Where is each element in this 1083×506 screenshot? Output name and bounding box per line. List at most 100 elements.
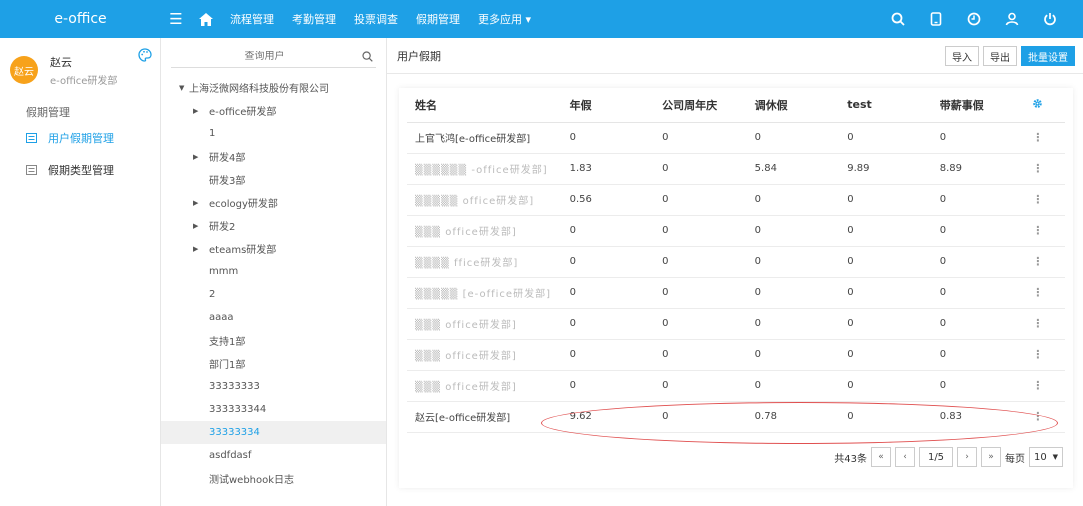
tree-node[interactable]: ▶ 研发2 [161,214,386,237]
tree-node[interactable]: 研发3部 [161,168,386,191]
table-row[interactable]: ▒▒▒ office研发部] 0 0 0 0 0 ⋮ [407,215,1065,247]
caret-down-icon[interactable]: ▼ [179,84,189,92]
more-vertical-icon[interactable]: ⋮ [1032,224,1043,237]
next-page-button[interactable]: › [957,447,977,467]
table-row[interactable]: ▒▒▒ office研发部] 0 0 0 0 0 ⋮ [407,339,1065,371]
header-compensatory[interactable]: 调休假 [746,88,840,123]
tree-node[interactable]: ▶ 研发4部 [161,145,386,168]
row-actions[interactable]: ⋮ [1024,184,1065,216]
column-settings[interactable] [1024,88,1065,123]
home-icon[interactable] [191,12,221,26]
cell-value: 0 [654,246,747,278]
table-row[interactable]: ▒▒▒▒ ffice研发部] 0 0 0 0 0 ⋮ [407,246,1065,278]
cell-value: 0 [931,277,1025,309]
search-icon[interactable] [879,0,917,38]
user-search-box [171,46,376,68]
avatar[interactable]: 赵云 [10,56,38,84]
more-vertical-icon[interactable]: ⋮ [1032,317,1043,330]
tree-node[interactable]: 33333334 [161,421,386,444]
row-actions[interactable]: ⋮ [1024,339,1065,371]
nav-item-leave[interactable]: 假期管理 [407,11,469,27]
sidebar-item-leave-type[interactable]: 假期类型管理 [0,158,160,182]
import-button[interactable]: 导入 [945,46,979,66]
table-row[interactable]: ▒▒▒ office研发部] 0 0 0 0 0 ⋮ [407,308,1065,340]
row-actions[interactable]: ⋮ [1024,246,1065,278]
more-vertical-icon[interactable]: ⋮ [1032,255,1043,268]
nav-item-vote[interactable]: 投票调查 [345,11,407,27]
tree-node[interactable]: mmm [161,260,386,283]
tree-node-root[interactable]: ▼ 上海泛微网络科技股份有限公司 [161,76,386,99]
brand-logo[interactable]: e-office [0,0,161,38]
table-row[interactable]: ▒▒▒▒▒ office研发部] 0.56 0 0 0 0 ⋮ [407,184,1065,216]
row-actions[interactable]: ⋮ [1024,153,1065,185]
gear-icon[interactable] [1032,98,1043,109]
table-row[interactable]: ▒▒▒ office研发部] 0 0 0 0 0 ⋮ [407,370,1065,402]
page-input[interactable]: 1/5 [919,447,953,467]
row-actions[interactable]: ⋮ [1024,277,1065,309]
prev-page-button[interactable]: ‹ [895,447,915,467]
tree-node[interactable]: 2 [161,283,386,306]
sidebar-item-user-leave[interactable]: 用户假期管理 [0,126,160,150]
power-icon[interactable] [1031,0,1069,38]
tree-node[interactable]: ▶ e-office研发部 [161,99,386,122]
palette-icon[interactable] [138,48,152,65]
table-row[interactable]: 赵云[e-office研发部] 9.62 0 0.78 0 0.83 ⋮ [407,401,1065,433]
cell-value: 0 [746,122,840,154]
more-vertical-icon[interactable]: ⋮ [1032,193,1043,206]
caret-right-icon[interactable]: ▶ [193,245,203,253]
caret-right-icon[interactable]: ▶ [193,199,203,207]
tree-node[interactable]: 测试webhook日志 [161,467,386,490]
row-actions[interactable]: ⋮ [1024,370,1065,402]
more-vertical-icon[interactable]: ⋮ [1032,379,1043,392]
more-vertical-icon[interactable]: ⋮ [1032,131,1043,144]
batch-settings-button[interactable]: 批量设置 [1021,46,1075,66]
first-page-button[interactable]: « [871,447,891,467]
cell-value: 0 [931,339,1025,371]
header-test[interactable]: test [839,88,932,123]
table-row[interactable]: ▒▒▒▒▒ [e-office研发部] 0 0 0 0 0 ⋮ [407,277,1065,309]
caret-right-icon[interactable]: ▶ [193,107,203,115]
tree-node[interactable]: ▶ eteams研发部 [161,237,386,260]
row-actions[interactable]: ⋮ [1024,401,1065,433]
caret-right-icon[interactable]: ▶ [193,222,203,230]
tree-node[interactable]: aaaa [161,306,386,329]
header-paid-leave[interactable]: 带薪事假 [931,88,1025,123]
row-actions[interactable]: ⋮ [1024,215,1065,247]
nav-item-workflow[interactable]: 流程管理 [221,11,283,27]
tree-node[interactable]: 1 [161,122,386,145]
hamburger-menu-icon[interactable]: ☰ [161,10,191,28]
row-actions[interactable]: ⋮ [1024,122,1065,154]
clock-icon[interactable] [955,0,993,38]
search-input[interactable] [171,51,358,62]
more-vertical-icon[interactable]: ⋮ [1032,348,1043,361]
nav-item-attendance[interactable]: 考勤管理 [283,11,345,27]
total-count: 共43条 [834,453,867,465]
per-page-select[interactable]: 10 ▼ [1029,447,1063,467]
header-annual[interactable]: 年假 [561,88,655,123]
more-vertical-icon[interactable]: ⋮ [1032,286,1043,299]
search-icon[interactable] [358,51,376,62]
top-bar: e-office ☰ 流程管理 考勤管理 投票调查 假期管理 更多应用 ▾ [0,0,1083,38]
table-row[interactable]: ▒▒▒▒▒▒ -office研发部] 1.83 0 5.84 9.89 8.89 ⋮ [407,153,1065,185]
tree-node[interactable]: 部门1部 [161,352,386,375]
tree-node[interactable]: ▶ ecology研发部 [161,191,386,214]
row-actions[interactable]: ⋮ [1024,308,1065,340]
table-row[interactable]: 上官飞鸿[e-office研发部] 0 0 0 0 0 ⋮ [407,122,1065,154]
tree-node[interactable]: 33333333 [161,375,386,398]
mobile-icon[interactable] [917,0,955,38]
user-icon[interactable] [993,0,1031,38]
more-vertical-icon[interactable]: ⋮ [1032,162,1043,175]
header-anniversary[interactable]: 公司周年庆 [654,88,747,123]
caret-right-icon[interactable]: ▶ [193,153,203,161]
per-page-value: 10 [1034,451,1047,463]
tree-node[interactable]: 333333344 [161,398,386,421]
tree-node-label: 1 [209,128,216,139]
export-button[interactable]: 导出 [983,46,1017,66]
last-page-button[interactable]: » [981,447,1001,467]
tree-node[interactable]: asdfdasf [161,444,386,467]
tree-node[interactable]: 支持1部 [161,329,386,352]
nav-more-apps[interactable]: 更多应用 ▾ [469,11,540,27]
org-tree: ▼ 上海泛微网络科技股份有限公司 ▶ e-office研发部 1 ▶ 研发4部 研发3部 ▶… [161,76,386,490]
more-vertical-icon[interactable]: ⋮ [1032,410,1043,423]
header-name[interactable]: 姓名 [407,88,562,123]
